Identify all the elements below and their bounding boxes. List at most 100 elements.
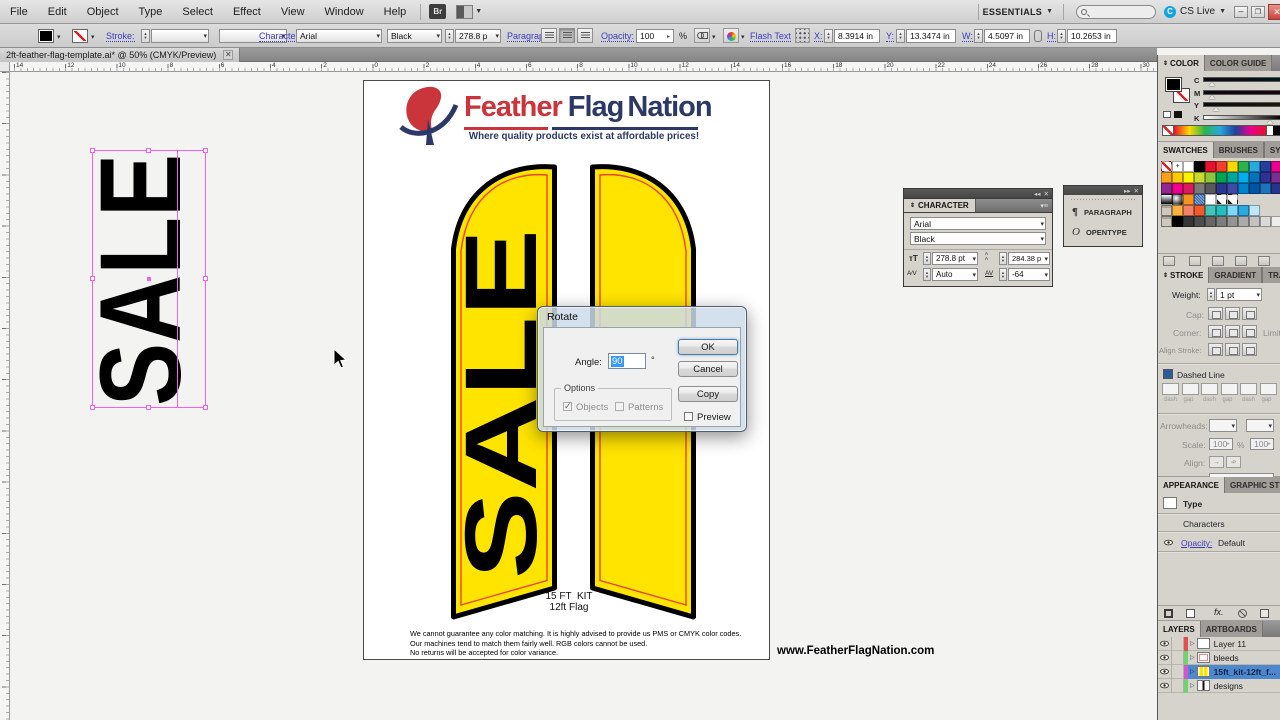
flash-text-link[interactable]: Flash Text <box>750 31 791 42</box>
swatch-libraries-icon[interactable] <box>1163 256 1175 266</box>
swatch[interactable] <box>1194 216 1205 227</box>
appearance-row-characters[interactable]: Characters <box>1183 519 1225 529</box>
selection-handle[interactable] <box>146 148 151 153</box>
layer-lock-toggle[interactable] <box>1172 665 1184 679</box>
swatch[interactable] <box>1216 216 1227 227</box>
cs-live-arrow-icon[interactable]: ▼ <box>1219 8 1226 15</box>
stroke-swatch[interactable] <box>72 29 88 43</box>
y-input[interactable]: 13.3474 in <box>906 29 956 43</box>
tab-transparency[interactable]: TRANSPARENCY <box>1262 267 1280 283</box>
scale-end-input[interactable]: 100▸ <box>1250 438 1274 450</box>
swatch[interactable] <box>1205 216 1216 227</box>
align-right-button[interactable] <box>577 28 593 43</box>
expand-arrow-icon[interactable]: ▷ <box>1190 654 1195 661</box>
w-label[interactable]: W: <box>962 31 973 42</box>
restore-button[interactable]: ❐ <box>1251 6 1265 18</box>
appearance-opacity-link[interactable]: Opacity: <box>1181 538 1212 548</box>
align-inside-button[interactable] <box>1225 343 1240 356</box>
dash-input[interactable] <box>1162 383 1179 395</box>
align-outside-button[interactable] <box>1242 343 1257 356</box>
align-arrow-tip-button[interactable]: → <box>1209 456 1224 468</box>
swatch[interactable] <box>1260 216 1271 227</box>
swatch[interactable] <box>1161 183 1172 194</box>
w-stepper[interactable] <box>974 29 983 43</box>
dash-input[interactable] <box>1260 383 1277 395</box>
swatch[interactable] <box>1249 194 1260 205</box>
menu-help[interactable]: Help <box>374 0 417 24</box>
font-family-dropdown[interactable]: Arial <box>296 29 382 43</box>
selection-handle[interactable] <box>203 405 208 410</box>
color-spectrum-bar[interactable] <box>1162 125 1280 136</box>
char-kerning-stepper[interactable] <box>923 268 931 281</box>
char-style-dropdown[interactable]: Black <box>910 232 1046 245</box>
char-size-stepper[interactable] <box>923 252 931 265</box>
swatch[interactable] <box>1216 172 1227 183</box>
swatch[interactable] <box>1172 216 1183 227</box>
swatch[interactable] <box>1194 205 1205 216</box>
selection-handle[interactable] <box>146 405 151 410</box>
swatch[interactable] <box>1161 194 1172 205</box>
char-tracking-dropdown[interactable]: -64 <box>1008 268 1050 281</box>
char-font-dropdown[interactable]: Arial <box>910 217 1046 230</box>
char-leading-stepper[interactable] <box>999 252 1007 265</box>
align-center-button[interactable] <box>559 28 575 43</box>
y-label[interactable]: Y: <box>886 31 894 42</box>
swatch[interactable] <box>1260 205 1271 216</box>
layer-thumbnail[interactable] <box>1197 666 1210 677</box>
layer-name[interactable]: designs <box>1214 681 1243 691</box>
tab-gradient[interactable]: GRADIENT <box>1208 267 1262 283</box>
layer-name[interactable]: 15ft_kit-12ft_f... <box>1214 667 1276 677</box>
swatch[interactable] <box>1260 161 1271 172</box>
cs-live-menu[interactable]: CS Live <box>1180 6 1215 17</box>
dock-fill-swatch[interactable] <box>1165 77 1182 92</box>
cancel-button[interactable]: Cancel <box>678 361 738 377</box>
corner-miter-button[interactable] <box>1208 325 1223 338</box>
swatch[interactable] <box>1249 205 1260 216</box>
swatch[interactable] <box>1205 172 1216 183</box>
selection-handle[interactable] <box>90 276 95 281</box>
appearance-row-type[interactable]: Type <box>1183 499 1202 509</box>
ok-button[interactable]: OK <box>678 339 738 355</box>
layer-lock-toggle[interactable] <box>1172 651 1184 665</box>
arrange-documents-icon[interactable] <box>456 5 473 19</box>
duplicate-item-icon[interactable] <box>1260 609 1269 618</box>
swatch[interactable] <box>1183 161 1194 172</box>
tab-layers[interactable]: LAYERS <box>1158 621 1200 637</box>
font-size-dropdown[interactable]: 278.8 p <box>455 29 501 43</box>
new-effect-icon[interactable]: fx. <box>1214 607 1224 617</box>
align-left-button[interactable] <box>541 28 557 43</box>
color-slider-k[interactable]: K <box>1194 114 1280 125</box>
opentype-panel-button[interactable]: O OPENTYPE <box>1064 223 1144 241</box>
swatch[interactable] <box>1216 205 1227 216</box>
swatch[interactable] <box>1238 205 1249 216</box>
cap-butt-button[interactable] <box>1208 307 1223 320</box>
workspace-arrow-icon[interactable]: ▼ <box>1046 8 1053 15</box>
objects-checkbox[interactable] <box>563 402 572 411</box>
swatch[interactable] <box>1183 183 1194 194</box>
swatch[interactable] <box>1271 194 1280 205</box>
swatch[interactable] <box>1172 172 1183 183</box>
swatch[interactable] <box>1249 216 1260 227</box>
disclaimer-text[interactable]: We cannot guarantee any color matching. … <box>410 629 750 658</box>
slider-handle[interactable] <box>1213 107 1219 111</box>
swatch[interactable] <box>1271 216 1280 227</box>
swatch[interactable] <box>1205 205 1216 216</box>
swatch[interactable] <box>1183 194 1194 205</box>
expand-icons[interactable]: ▸▸ <box>1124 187 1131 195</box>
angle-input[interactable]: 90 <box>608 353 646 369</box>
swatch[interactable] <box>1249 172 1260 183</box>
font-style-dropdown[interactable]: Black <box>387 29 442 43</box>
menu-object[interactable]: Object <box>77 0 129 24</box>
reference-point-icon[interactable] <box>795 28 810 43</box>
panel-menu-icon[interactable]: ▾≡ <box>1036 202 1052 210</box>
menu-edit[interactable]: Edit <box>38 0 77 24</box>
dash-input[interactable] <box>1240 383 1257 395</box>
layer-row-3[interactable]: ▷ 15ft_kit-12ft_f... <box>1158 665 1280 679</box>
arrowhead-end-dropdown[interactable] <box>1246 419 1274 432</box>
stroke-arrow-icon[interactable]: ▾ <box>91 33 95 41</box>
swatch[interactable] <box>1249 161 1260 172</box>
collapse-icons[interactable]: ◂◂ <box>1034 190 1041 198</box>
dash-input[interactable] <box>1182 383 1199 395</box>
char-kerning-dropdown[interactable]: Auto <box>932 268 978 281</box>
expand-arrow-icon[interactable]: ▷ <box>1190 668 1195 675</box>
